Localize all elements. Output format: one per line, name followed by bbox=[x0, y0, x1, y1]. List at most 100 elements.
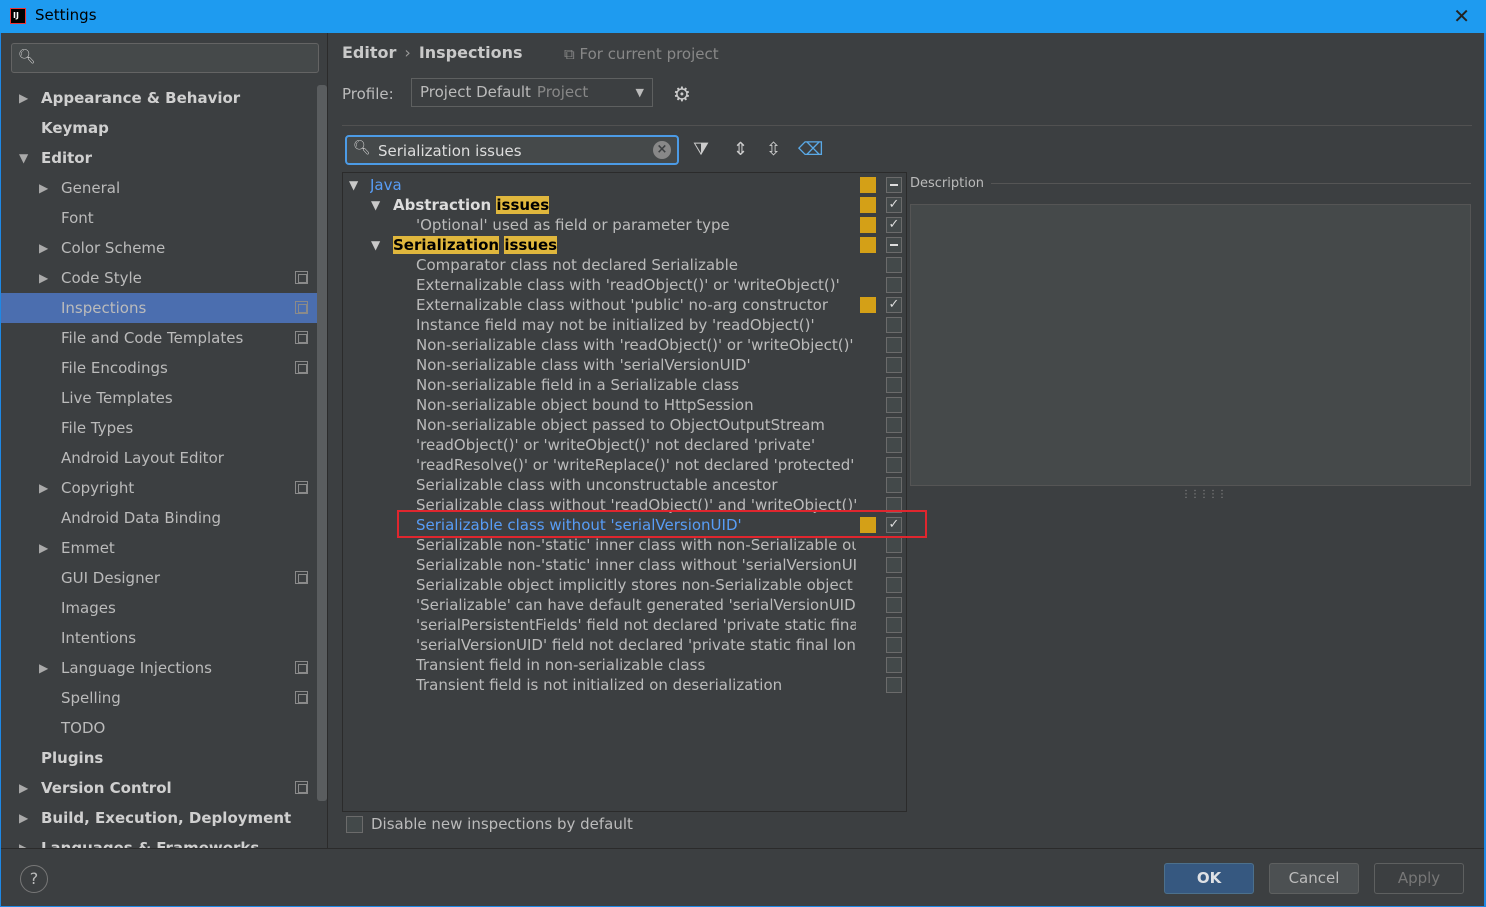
inspection-group-row[interactable]: ▼ Serialization issues bbox=[343, 235, 906, 255]
chevron-right-icon[interactable]: ▶ bbox=[19, 83, 28, 113]
sidebar-item-live-templates[interactable]: Live Templates bbox=[1, 383, 327, 413]
inspection-search-input[interactable]: 🔍︎ Serialization issues × bbox=[345, 135, 679, 165]
clear-icon[interactable]: × bbox=[653, 141, 671, 159]
inspection-checkbox[interactable] bbox=[886, 557, 902, 573]
inspection-checkbox[interactable] bbox=[886, 257, 902, 273]
sidebar-item-images[interactable]: Images bbox=[1, 593, 327, 623]
chevron-right-icon[interactable]: ▶ bbox=[39, 263, 48, 293]
reset-icon[interactable]: ⌫ bbox=[798, 139, 823, 160]
inspection-row[interactable]: Serializable non-'static' inner class wi… bbox=[343, 555, 906, 575]
chevron-down-icon[interactable]: ▼ bbox=[371, 235, 380, 255]
splitter-handle[interactable]: ⋮⋮⋮⋮⋮ bbox=[1181, 489, 1227, 500]
inspection-row[interactable]: 'readResolve()' or 'writeReplace()' not … bbox=[343, 455, 906, 475]
sidebar-item-editor[interactable]: ▼ Editor bbox=[1, 143, 327, 173]
sidebar-item-plugins[interactable]: Plugins bbox=[1, 743, 327, 773]
inspection-checkbox[interactable] bbox=[886, 437, 902, 453]
sidebar-item-emmet[interactable]: ▶ Emmet bbox=[1, 533, 327, 563]
inspection-checkbox[interactable] bbox=[886, 677, 902, 693]
sidebar-item-file-types[interactable]: File Types bbox=[1, 413, 327, 443]
inspection-checkbox[interactable] bbox=[886, 337, 902, 353]
sidebar-item-languages-frameworks[interactable]: ▶ Languages & Frameworks bbox=[1, 833, 327, 848]
sidebar-item-spelling[interactable]: Spelling bbox=[1, 683, 327, 713]
inspection-row[interactable]: Non-serializable object bound to HttpSes… bbox=[343, 395, 906, 415]
sidebar-item-keymap[interactable]: Keymap bbox=[1, 113, 327, 143]
inspection-row[interactable]: Serializable non-'static' inner class wi… bbox=[343, 535, 906, 555]
chevron-right-icon[interactable]: ▶ bbox=[39, 233, 48, 263]
inspection-checkbox[interactable] bbox=[886, 397, 902, 413]
close-icon[interactable]: ✕ bbox=[1453, 4, 1470, 28]
inspection-row[interactable]: Non-serializable field in a Serializable… bbox=[343, 375, 906, 395]
settings-search-input[interactable]: 🔍︎ bbox=[11, 43, 319, 73]
inspection-checkbox[interactable] bbox=[886, 357, 902, 373]
inspection-row[interactable]: 'Serializable' can have default generate… bbox=[343, 595, 906, 615]
inspection-row[interactable]: 'serialPersistentFields' field not decla… bbox=[343, 615, 906, 635]
filter-icon[interactable]: ⧩ bbox=[693, 139, 709, 160]
chevron-right-icon[interactable]: ▶ bbox=[19, 803, 28, 833]
sidebar-item-android-layout-editor[interactable]: Android Layout Editor bbox=[1, 443, 327, 473]
inspection-row[interactable]: Comparator class not declared Serializab… bbox=[343, 255, 906, 275]
sidebar-item-font[interactable]: Font bbox=[1, 203, 327, 233]
inspection-row[interactable]: Non-serializable object passed to Object… bbox=[343, 415, 906, 435]
sidebar-item-copyright[interactable]: ▶ Copyright bbox=[1, 473, 327, 503]
cancel-button[interactable]: Cancel bbox=[1269, 863, 1359, 894]
inspection-checkbox[interactable] bbox=[886, 317, 902, 333]
inspection-row[interactable]: Externalizable class without 'public' no… bbox=[343, 295, 906, 315]
sidebar-item-language-injections[interactable]: ▶ Language Injections bbox=[1, 653, 327, 683]
sidebar-item-intentions[interactable]: Intentions bbox=[1, 623, 327, 653]
inspection-row[interactable]: 'serialVersionUID' field not declared 'p… bbox=[343, 635, 906, 655]
help-button[interactable]: ? bbox=[20, 865, 48, 893]
chevron-right-icon[interactable]: ▶ bbox=[39, 173, 48, 203]
chevron-right-icon[interactable]: ▶ bbox=[39, 473, 48, 503]
inspection-checkbox[interactable] bbox=[886, 617, 902, 633]
chevron-right-icon[interactable]: ▶ bbox=[39, 533, 48, 563]
inspection-checkbox[interactable] bbox=[886, 237, 902, 253]
collapse-all-icon[interactable]: ⇳ bbox=[766, 139, 781, 160]
inspection-group-row[interactable]: ▼ Abstraction issues ✓ bbox=[343, 195, 906, 215]
ok-button[interactable]: OK bbox=[1164, 863, 1254, 894]
inspection-checkbox[interactable] bbox=[886, 177, 902, 193]
inspection-checkbox[interactable] bbox=[886, 457, 902, 473]
sidebar-item-todo[interactable]: TODO bbox=[1, 713, 327, 743]
inspection-row[interactable]: 'Optional' used as field or parameter ty… bbox=[343, 215, 906, 235]
sidebar-scrollbar[interactable] bbox=[317, 85, 327, 801]
inspection-group-row[interactable]: ▼ Java bbox=[343, 175, 906, 195]
inspection-row[interactable]: Non-serializable class with 'serialVersi… bbox=[343, 355, 906, 375]
inspection-checkbox[interactable] bbox=[886, 477, 902, 493]
sidebar-item-code-style[interactable]: ▶ Code Style bbox=[1, 263, 327, 293]
inspection-checkbox[interactable] bbox=[886, 577, 902, 593]
inspection-row[interactable]: 'readObject()' or 'writeObject()' not de… bbox=[343, 435, 906, 455]
inspection-checkbox[interactable] bbox=[886, 597, 902, 613]
breadcrumb-editor[interactable]: Editor bbox=[342, 43, 396, 62]
chevron-down-icon[interactable]: ▼ bbox=[349, 175, 358, 195]
sidebar-item-build-execution-deployment[interactable]: ▶ Build, Execution, Deployment bbox=[1, 803, 327, 833]
chevron-down-icon[interactable]: ▼ bbox=[371, 195, 380, 215]
sidebar-item-file-encodings[interactable]: File Encodings bbox=[1, 353, 327, 383]
inspection-row[interactable]: Non-serializable class with 'readObject(… bbox=[343, 335, 906, 355]
sidebar-item-version-control[interactable]: ▶ Version Control bbox=[1, 773, 327, 803]
chevron-down-icon[interactable]: ▼ bbox=[19, 143, 28, 173]
inspection-checkbox[interactable] bbox=[886, 657, 902, 673]
gear-icon[interactable]: ⚙ bbox=[673, 82, 691, 106]
sidebar-item-inspections[interactable]: Inspections bbox=[1, 293, 327, 323]
inspection-checkbox[interactable] bbox=[886, 277, 902, 293]
sidebar-item-file-and-code-templates[interactable]: File and Code Templates bbox=[1, 323, 327, 353]
sidebar-item-general[interactable]: ▶ General bbox=[1, 173, 327, 203]
sidebar-item-appearance-behavior[interactable]: ▶ Appearance & Behavior bbox=[1, 83, 327, 113]
chevron-right-icon[interactable]: ▶ bbox=[39, 653, 48, 683]
inspection-row[interactable]: Transient field in non-serializable clas… bbox=[343, 655, 906, 675]
chevron-right-icon[interactable]: ▶ bbox=[19, 833, 28, 848]
apply-button[interactable]: Apply bbox=[1374, 863, 1464, 894]
inspection-row[interactable]: Serializable class with unconstructable … bbox=[343, 475, 906, 495]
sidebar-item-android-data-binding[interactable]: Android Data Binding bbox=[1, 503, 327, 533]
profile-dropdown[interactable]: Project Default Project ▼ bbox=[411, 78, 653, 107]
inspection-checkbox[interactable] bbox=[886, 417, 902, 433]
expand-all-icon[interactable]: ⇕ bbox=[733, 139, 748, 160]
chevron-right-icon[interactable]: ▶ bbox=[19, 773, 28, 803]
disable-new-inspections[interactable]: Disable new inspections by default bbox=[346, 815, 633, 833]
inspection-row[interactable]: Externalizable class with 'readObject()'… bbox=[343, 275, 906, 295]
inspection-checkbox[interactable]: ✓ bbox=[886, 197, 902, 213]
inspection-row[interactable]: Transient field is not initialized on de… bbox=[343, 675, 906, 695]
sidebar-item-gui-designer[interactable]: GUI Designer bbox=[1, 563, 327, 593]
inspection-checkbox[interactable] bbox=[886, 637, 902, 653]
inspection-row[interactable]: Instance field may not be initialized by… bbox=[343, 315, 906, 335]
